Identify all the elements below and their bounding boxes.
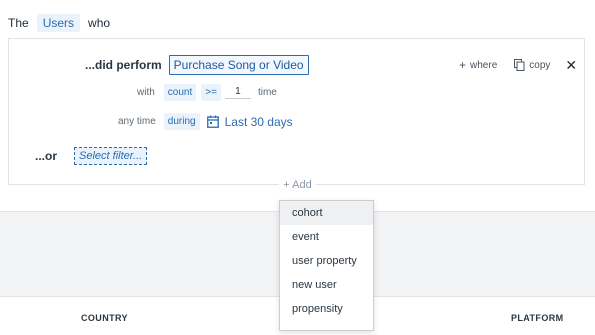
with-label: with	[137, 87, 155, 98]
count-input[interactable]: 1	[224, 86, 251, 99]
add-button[interactable]: + Add	[279, 177, 316, 194]
plus-icon: +	[459, 58, 467, 72]
event-row: ...did perform Purchase Song or Video	[85, 55, 309, 75]
date-range-label: Last 30 days	[224, 114, 293, 129]
menu-item-cohort[interactable]: cohort	[280, 201, 373, 225]
close-icon[interactable]: ✕	[565, 58, 577, 72]
frequency-row: with count >= 1 time	[137, 84, 277, 101]
cohort-header: The Users who	[8, 14, 110, 32]
header-prefix: The	[8, 16, 29, 30]
operator-selector[interactable]: >=	[201, 84, 221, 101]
copy-label: copy	[529, 59, 551, 71]
menu-item-event[interactable]: event	[280, 225, 373, 249]
where-button[interactable]: + where	[459, 58, 497, 72]
entity-selector[interactable]: Users	[36, 14, 81, 32]
time-row: any time during Last 30 days	[118, 113, 293, 130]
where-label: where	[470, 59, 498, 71]
column-header-platform[interactable]: PLATFORM	[511, 313, 564, 323]
menu-item-user-property[interactable]: user property	[280, 249, 373, 273]
did-perform-label: ...did perform	[85, 58, 162, 72]
time-mode-selector[interactable]: during	[163, 113, 200, 130]
menu-item-propensity[interactable]: propensity	[280, 297, 373, 321]
copy-button[interactable]: copy	[514, 59, 550, 71]
time-label: any time	[118, 116, 156, 127]
date-range-picker[interactable]: Last 30 days	[206, 114, 293, 129]
header-suffix: who	[88, 16, 111, 30]
add-menu: cohort event user property new user prop…	[279, 200, 374, 331]
metric-selector[interactable]: count	[163, 84, 197, 101]
menu-item-new-user[interactable]: new user	[280, 273, 373, 297]
unit-label: time	[257, 87, 277, 98]
select-filter-button[interactable]: Select filter...	[74, 147, 148, 165]
calendar-icon	[206, 115, 219, 128]
event-selector[interactable]: Purchase Song or Video	[168, 55, 309, 75]
copy-icon	[514, 59, 525, 71]
or-row: ...or Select filter...	[35, 147, 148, 165]
or-label: ...or	[35, 149, 58, 163]
card-actions: + where copy ✕	[459, 58, 577, 72]
condition-card: ...did perform Purchase Song or Video + …	[8, 38, 585, 185]
column-header-country[interactable]: COUNTRY	[81, 313, 128, 323]
